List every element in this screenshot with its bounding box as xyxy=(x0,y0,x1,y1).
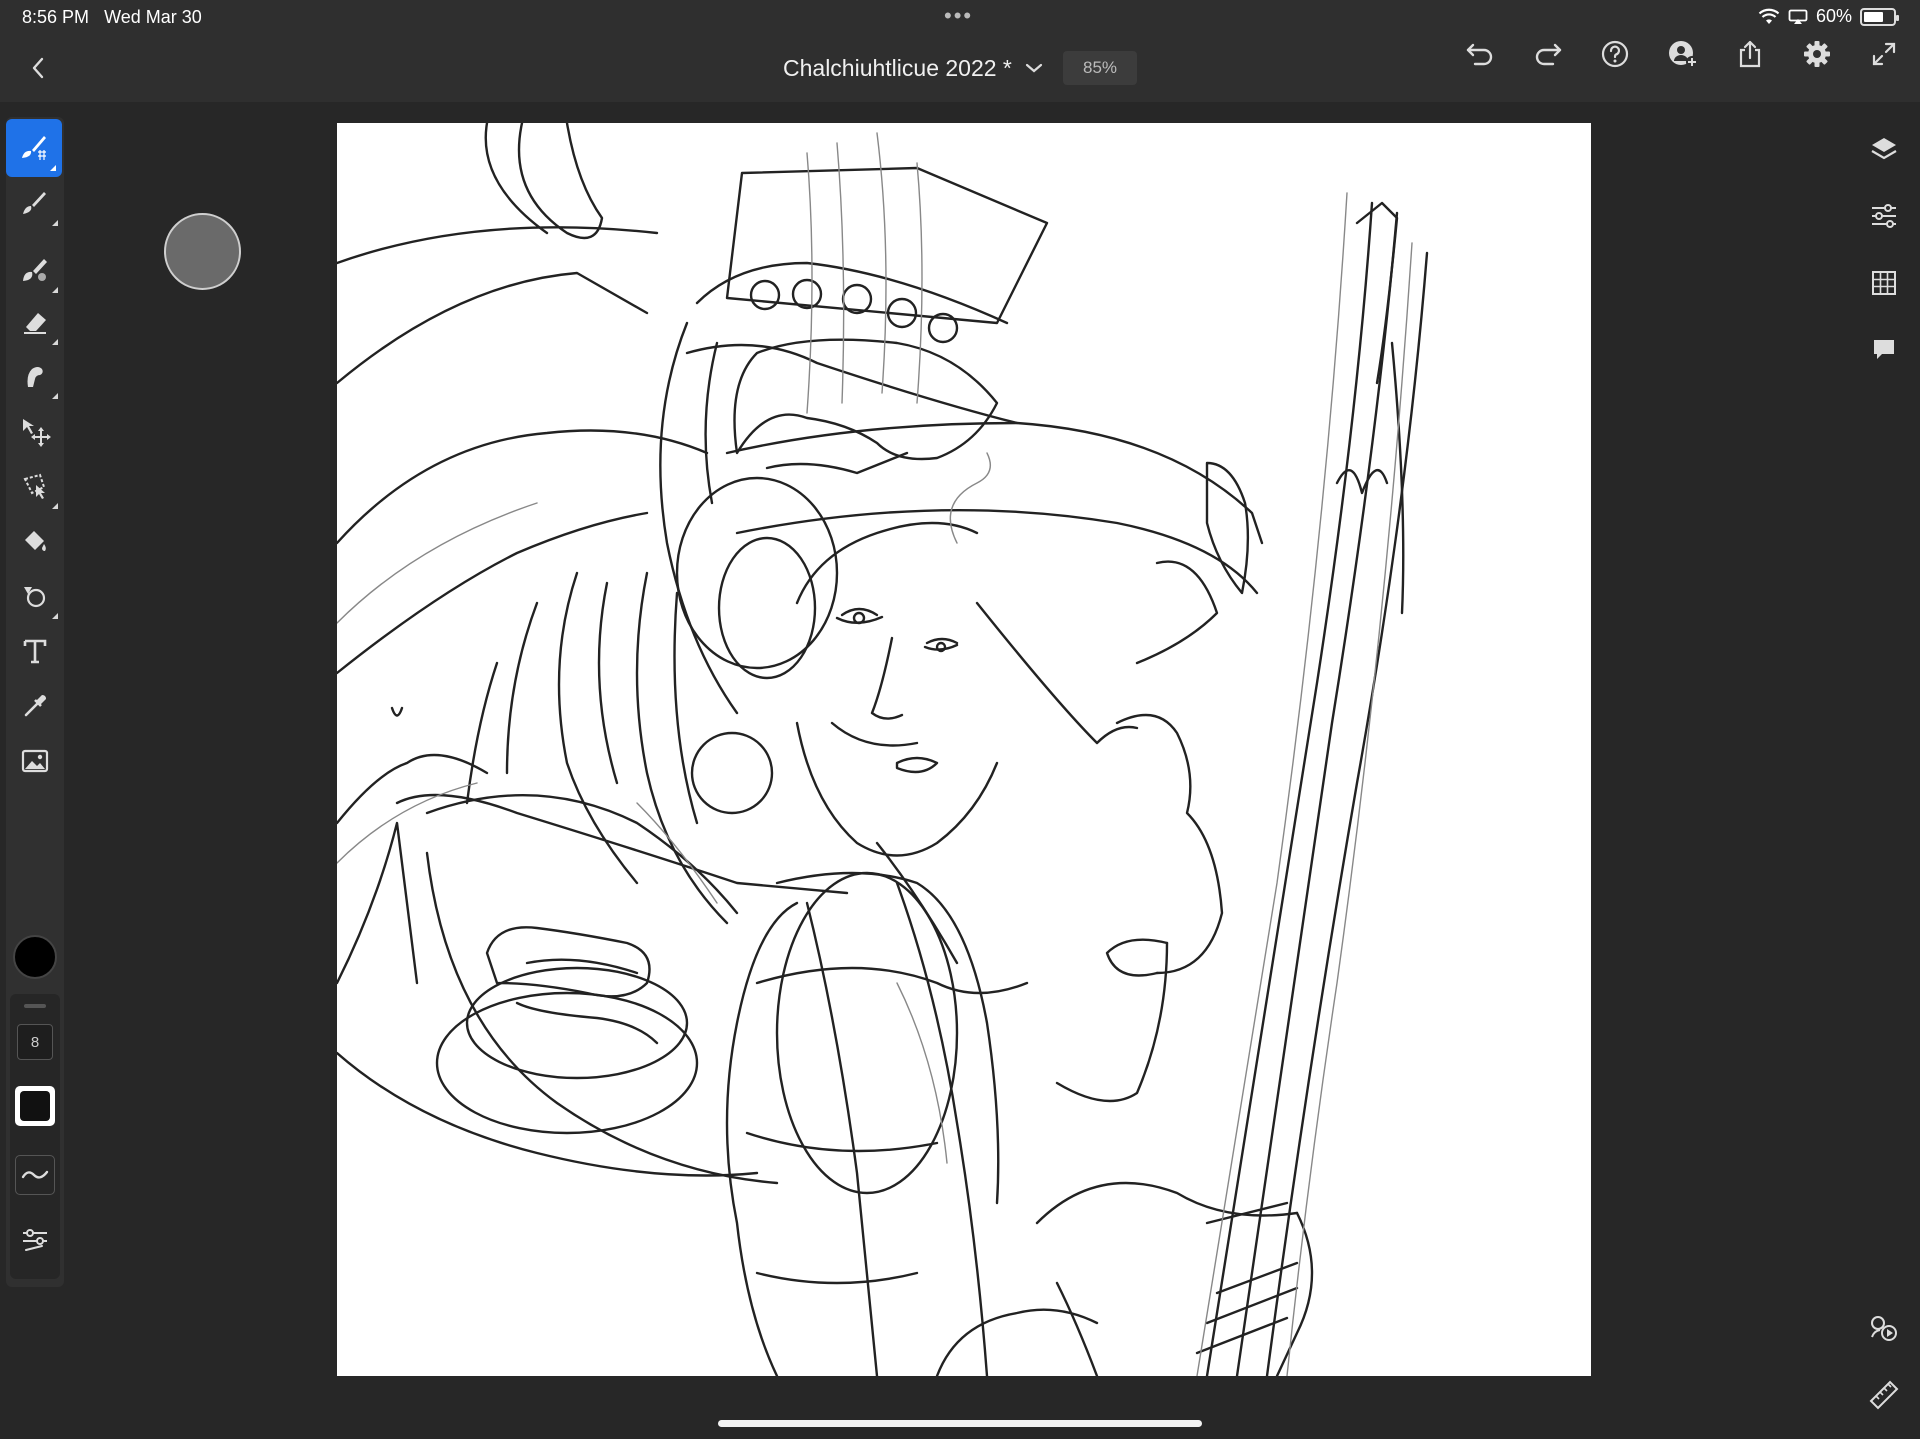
multitasking-dots-icon[interactable]: ••• xyxy=(944,3,973,29)
screen-mirroring-icon xyxy=(1788,9,1808,24)
replay-icon xyxy=(1871,1316,1897,1341)
help-icon xyxy=(1601,40,1629,68)
layers-icon xyxy=(1871,138,1897,160)
title-bar: Chalchiuhtlicue 2022 * 85% xyxy=(0,34,1920,102)
smoothing-button[interactable] xyxy=(15,1155,55,1195)
expand-icon xyxy=(1872,42,1896,66)
grid-icon xyxy=(1872,271,1896,295)
help-button[interactable] xyxy=(1595,34,1635,74)
document-menu-button[interactable] xyxy=(1018,52,1050,84)
comments-button[interactable] xyxy=(1860,326,1908,374)
right-toolbar xyxy=(1854,117,1914,1410)
drawing-canvas[interactable] xyxy=(337,123,1591,1376)
invite-button[interactable] xyxy=(1663,34,1703,74)
tool-paint-brush[interactable] xyxy=(6,119,62,177)
zoom-level[interactable]: 85% xyxy=(1063,51,1137,85)
status-clock: 8:56 PM xyxy=(22,7,90,27)
battery-percent: 60% xyxy=(1815,6,1852,26)
adjustments-button[interactable] xyxy=(1860,192,1908,240)
home-indicator[interactable] xyxy=(718,1420,1202,1427)
status-date: Wed Mar 30 xyxy=(104,7,202,27)
paint-brush-tool-icon xyxy=(22,136,46,160)
tool-eraser[interactable] xyxy=(6,293,64,351)
move-transform-icon xyxy=(23,419,51,447)
place-image-icon xyxy=(21,749,49,773)
share-icon xyxy=(1739,40,1761,68)
paint-bucket-icon xyxy=(25,531,46,551)
brush-opacity-button[interactable] xyxy=(15,1086,55,1126)
tool-pixel-brush[interactable] xyxy=(6,174,64,232)
battery-icon xyxy=(1860,7,1899,26)
tool-text[interactable] xyxy=(6,622,64,680)
brush-settings-icon xyxy=(23,1229,47,1251)
status-indicators: 60% xyxy=(1758,6,1899,27)
invite-user-icon xyxy=(1669,41,1698,68)
status-time: 8:56 PM Wed Mar 30 xyxy=(22,7,202,28)
tool-fill[interactable] xyxy=(6,512,64,570)
tool-shape[interactable] xyxy=(6,567,64,625)
ruler-icon xyxy=(1869,1380,1899,1410)
ruler-button[interactable] xyxy=(1860,1371,1908,1419)
adjustments-icon xyxy=(1872,204,1896,228)
drag-handle[interactable] xyxy=(24,1004,46,1008)
grid-button[interactable] xyxy=(1860,259,1908,307)
eyedropper-icon xyxy=(24,695,46,717)
brush-settings-button[interactable] xyxy=(15,1220,55,1260)
brush-size-preview xyxy=(164,213,241,290)
shape-tool-icon xyxy=(24,587,46,608)
redo-button[interactable] xyxy=(1528,34,1568,74)
tool-place-image[interactable] xyxy=(6,732,64,790)
left-toolbar: 8 xyxy=(6,117,64,1287)
settings-button[interactable] xyxy=(1797,34,1837,74)
smudge-icon xyxy=(27,367,43,387)
brush-size-field[interactable]: 8 xyxy=(17,1024,53,1060)
tool-mixer-brush[interactable] xyxy=(6,241,64,299)
tool-smudge[interactable] xyxy=(6,347,64,405)
back-button[interactable] xyxy=(18,48,58,88)
tool-selection[interactable] xyxy=(6,457,64,515)
brush-settings-group: 8 xyxy=(10,994,60,1279)
chevron-left-icon xyxy=(32,57,44,79)
share-button[interactable] xyxy=(1730,34,1770,74)
mixer-brush-icon xyxy=(23,259,47,281)
eraser-icon xyxy=(24,313,46,334)
document-title[interactable]: Chalchiuhtlicue 2022 * xyxy=(783,55,1012,82)
sketch-artwork xyxy=(337,123,1429,1376)
replay-button[interactable] xyxy=(1860,1304,1908,1352)
wifi-icon xyxy=(1758,8,1780,24)
redo-icon xyxy=(1535,43,1562,66)
undo-button[interactable] xyxy=(1460,34,1500,74)
layers-button[interactable] xyxy=(1860,125,1908,173)
lasso-selection-icon xyxy=(23,473,46,499)
chevron-down-icon xyxy=(1025,63,1043,73)
tool-eyedropper[interactable] xyxy=(6,677,64,735)
status-bar: 8:56 PM Wed Mar 30 ••• 60% xyxy=(0,0,1920,34)
smoothing-wave-icon xyxy=(21,1170,49,1179)
text-tool-icon xyxy=(23,639,47,664)
pixel-brush-icon xyxy=(23,192,46,214)
fullscreen-button[interactable] xyxy=(1864,34,1904,74)
undo-icon xyxy=(1466,43,1493,66)
comments-icon xyxy=(1874,340,1894,359)
gear-icon xyxy=(1804,41,1830,67)
color-picker-swatch[interactable] xyxy=(13,935,57,979)
tool-move[interactable] xyxy=(6,402,64,460)
